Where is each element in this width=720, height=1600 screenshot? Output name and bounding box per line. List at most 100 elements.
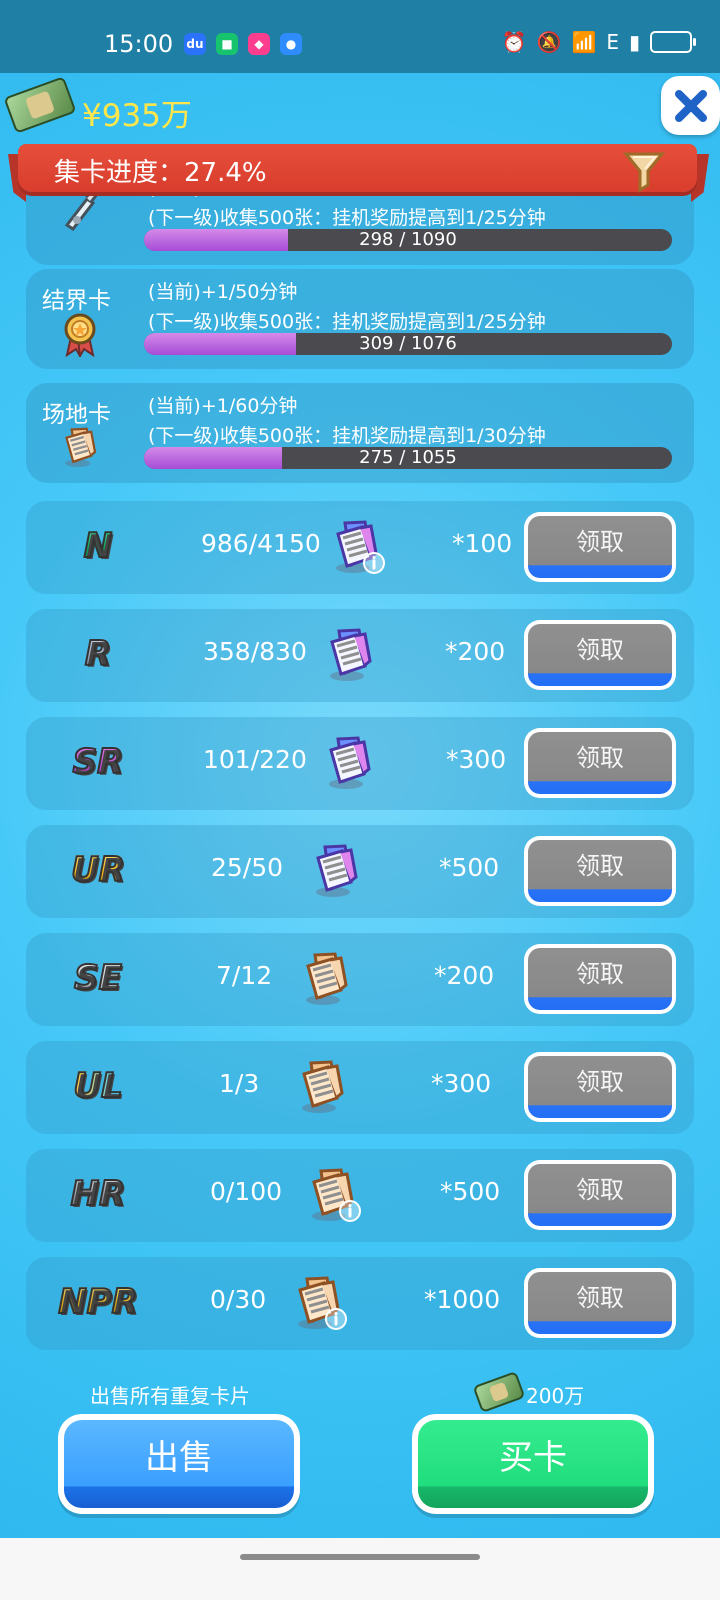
baidu-app-icon: du — [184, 33, 206, 55]
mute-icon: 🔕 — [536, 30, 562, 54]
close-icon — [674, 89, 707, 122]
rarity-row-r: R 358/830 *200 领取 — [26, 609, 694, 702]
collection-count: 101/220 — [203, 745, 307, 774]
bonus-current-text: (当前)+1/50分钟 — [148, 281, 298, 303]
collection-count: 358/830 — [203, 637, 307, 666]
wifi-icon: 📶 — [571, 30, 597, 54]
card-price: 200万 — [526, 1384, 585, 1408]
collection-count: 0/30 — [210, 1285, 267, 1314]
sell-duplicates-caption: 出售所有重复卡片 — [90, 1384, 250, 1408]
claim-button[interactable]: 领取 — [524, 728, 676, 798]
bonus-next-text: (下一级)收集500张：挂机奖励提高到1/30分钟 — [148, 425, 546, 447]
claim-button-label: 领取 — [528, 840, 672, 902]
editor-app-icon: ◆ — [248, 33, 270, 55]
rarity-row-se: SE 7/12 *200 领取 — [26, 933, 694, 1026]
bonus-card-name: 结界卡 — [42, 288, 111, 314]
qq-app-icon: ● — [280, 33, 302, 55]
ticket-icon — [59, 425, 101, 471]
claim-button-label: 领取 — [528, 624, 672, 686]
rarity-row-ur: UR 25/50 *500 领取 — [26, 825, 694, 918]
ticket-icon — [322, 625, 378, 683]
rarity-badge-ur: UR — [46, 841, 150, 899]
rarity-badge-npr: NPR — [46, 1273, 150, 1331]
reward-multiplier: *200 — [445, 637, 506, 666]
chat-app-icon: ■ — [216, 33, 238, 55]
rarity-row-ul: UL 1/3 *300 领取 — [26, 1041, 694, 1134]
ticket-icon — [290, 1273, 347, 1331]
status-time: 15:00 — [104, 30, 174, 58]
buy-card-button[interactable]: 买卡 — [412, 1414, 654, 1514]
rarity-row-n: N 986/4150 *100 领取 — [26, 501, 694, 594]
rarity-badge-ul: UL — [46, 1057, 150, 1115]
ticket-icon — [321, 733, 377, 791]
reward-multiplier: *500 — [440, 1177, 501, 1206]
claim-button-label: 领取 — [528, 1164, 672, 1226]
rarity-badge-se: SE — [46, 949, 150, 1007]
rarity-row-hr: HR 0/100 *500 领取 — [26, 1149, 694, 1242]
sell-button-label: 出售 — [64, 1420, 294, 1508]
bonus-progress-label: 275 / 1055 — [359, 447, 457, 468]
bonus-current-text: (当前)+1/60分钟 — [148, 395, 298, 417]
claim-button[interactable]: 领取 — [524, 1268, 676, 1338]
rarity-badge-r: R — [46, 625, 150, 683]
claim-button-label: 领取 — [528, 732, 672, 794]
claim-button-label: 领取 — [528, 1056, 672, 1118]
filter-icon[interactable] — [620, 146, 668, 194]
bonus-card: 结界卡 (当前)+1/50分钟 (下一级)收集500张：挂机奖励提高到1/25分… — [26, 269, 694, 369]
money-balance: ¥935万 — [82, 98, 192, 134]
system-status-icons: ⏰ 🔕 📶 E ▮ — [501, 30, 696, 54]
battery-icon — [650, 31, 696, 53]
reward-multiplier: *500 — [439, 853, 500, 882]
ticket-icon — [304, 1165, 361, 1223]
reward-multiplier: *100 — [452, 529, 513, 558]
reward-multiplier: *300 — [446, 745, 507, 774]
close-button[interactable] — [661, 76, 720, 135]
rarity-badge-sr: SR — [46, 733, 150, 791]
ticket-icon — [298, 949, 354, 1007]
home-indicator[interactable] — [240, 1554, 480, 1560]
network-type-label: E — [606, 30, 619, 54]
ticket-icon — [328, 517, 385, 575]
bonus-progress-bar: 275 / 1055 — [144, 447, 672, 469]
claim-button[interactable]: 领取 — [524, 620, 676, 690]
sell-button[interactable]: 出售 — [58, 1414, 300, 1514]
collection-count: 986/4150 — [201, 529, 321, 558]
claim-button[interactable]: 领取 — [524, 1160, 676, 1230]
collection-count: 7/12 — [216, 961, 273, 990]
reward-multiplier: *300 — [431, 1069, 492, 1098]
claim-button[interactable]: 领取 — [524, 1052, 676, 1122]
claim-button-label: 领取 — [528, 516, 672, 578]
collection-count: 25/50 — [211, 853, 284, 882]
bonus-next-text: (下一级)收集500张：挂机奖励提高到1/25分钟 — [148, 311, 546, 333]
buy-card-button-label: 买卡 — [418, 1420, 648, 1508]
collection-progress-ribbon: 集卡进度：27.4% — [8, 144, 709, 208]
collection-list[interactable]: (当前)+1/45分钟 (下一级)收集500张：挂机奖励提高到1/25分钟 29… — [0, 193, 720, 1374]
claim-button-label: 领取 — [528, 1272, 672, 1334]
rarity-row-npr: NPR 0/30 *1000 领取 — [26, 1257, 694, 1350]
claim-button[interactable]: 领取 — [524, 512, 676, 582]
ribbon-body: 集卡进度：27.4% — [18, 144, 697, 192]
bonus-progress-bar: 298 / 1090 — [144, 229, 672, 251]
status-bar: 15:00 du ■ ◆ ● ⏰ 🔕 📶 E ▮ — [0, 0, 720, 73]
collection-count: 0/100 — [210, 1177, 283, 1206]
award-icon — [59, 311, 101, 360]
system-navigation-bar — [0, 1538, 720, 1600]
signal-icon: ▮ — [628, 30, 640, 54]
bonus-card: 场地卡 (当前)+1/60分钟 (下一级)收集500张：挂机奖励提高到1/30分… — [26, 383, 694, 483]
ticket-icon — [294, 1057, 350, 1115]
claim-button[interactable]: 领取 — [524, 944, 676, 1014]
bonus-progress-label: 309 / 1076 — [359, 333, 457, 354]
rarity-badge-n: N — [46, 517, 150, 575]
ticket-icon — [308, 841, 364, 899]
reward-multiplier: *200 — [434, 961, 495, 990]
claim-button[interactable]: 领取 — [524, 836, 676, 906]
bonus-progress-label: 298 / 1090 — [359, 229, 457, 250]
collection-progress-label: 集卡进度：27.4% — [54, 158, 267, 188]
collection-count: 1/3 — [219, 1069, 260, 1098]
bonus-card-name: 场地卡 — [42, 402, 111, 428]
bonus-progress-bar: 309 / 1076 — [144, 333, 672, 355]
alarm-icon: ⏰ — [501, 30, 527, 54]
claim-button-label: 领取 — [528, 948, 672, 1010]
reward-multiplier: *1000 — [424, 1285, 501, 1314]
rarity-row-sr: SR 101/220 *300 领取 — [26, 717, 694, 810]
